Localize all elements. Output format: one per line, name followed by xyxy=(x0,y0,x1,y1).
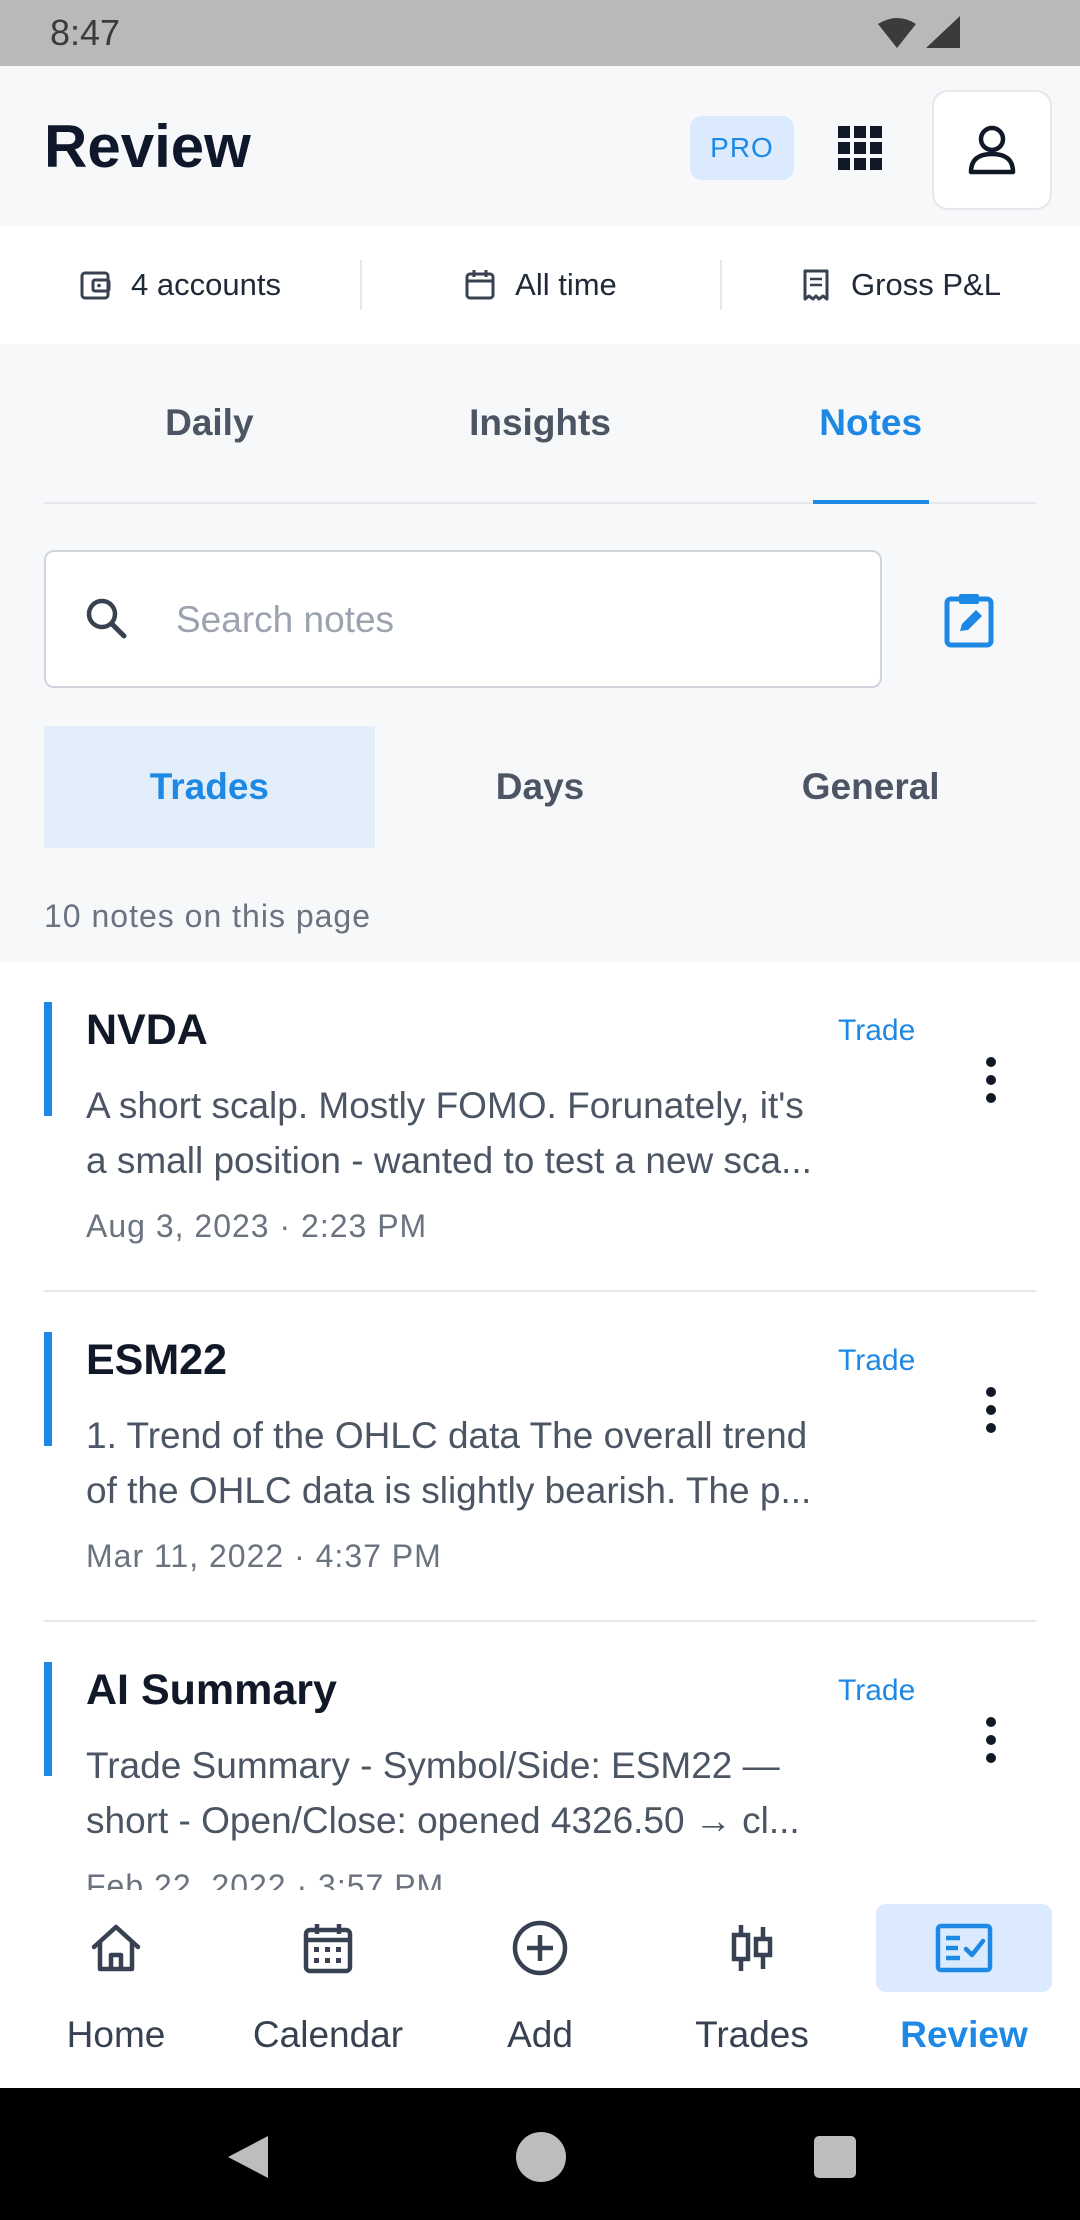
search-input[interactable] xyxy=(176,582,856,658)
search-icon xyxy=(86,598,127,639)
candlestick-icon xyxy=(731,1925,773,1971)
tab-insights[interactable]: Insights xyxy=(375,344,706,502)
system-nav-bar xyxy=(0,2088,1080,2220)
more-vertical-icon xyxy=(986,1057,996,1103)
status-bar: 8:47 xyxy=(0,0,1080,66)
note-type-tag: Trade xyxy=(838,1014,916,1047)
note-title: AI Summary xyxy=(86,1666,337,1714)
note-preview-line: A short scalp. Mostly FOMO. Forunately, … xyxy=(86,1085,804,1126)
calendar-icon xyxy=(303,1924,353,1974)
note-accent-bar xyxy=(44,1662,52,1776)
signal-icons xyxy=(878,16,960,48)
home-icon xyxy=(91,1924,141,1972)
profile-button[interactable] xyxy=(932,90,1052,210)
note-date: Mar 11, 2022 · 4:37 PM xyxy=(86,1538,442,1574)
nav-icon-container xyxy=(664,1904,840,1992)
accounts-filter-label: 4 accounts xyxy=(131,267,281,302)
nav-icon-container xyxy=(876,1904,1052,1992)
note-preview: 1. Trend of the OHLC data The overall tr… xyxy=(86,1408,936,1518)
system-recents-icon[interactable] xyxy=(812,2134,858,2180)
system-back-icon[interactable] xyxy=(222,2132,272,2182)
note-preview-line: Trade Summary - Symbol/Side: ESM22 — xyxy=(86,1745,780,1786)
segment-trades[interactable]: Trades xyxy=(44,726,375,848)
grid-icon xyxy=(838,126,882,170)
nav-icon-container xyxy=(240,1904,416,1992)
note-accent-bar xyxy=(44,1002,52,1116)
nav-calendar[interactable]: Calendar xyxy=(222,1890,434,2088)
filter-bar: 4 accounts All time Gross P&L xyxy=(0,226,1080,344)
edit-note-icon xyxy=(944,594,994,648)
review-tabs: Daily Insights Notes xyxy=(44,344,1036,504)
nav-review-label: Review xyxy=(900,2014,1028,2055)
pnl-filter[interactable]: Gross P&L xyxy=(720,226,1080,344)
note-date: Aug 3, 2023 · 2:23 PM xyxy=(86,1208,428,1244)
date-range-label: All time xyxy=(515,267,617,302)
note-preview-line: a small position - wanted to test a new … xyxy=(86,1140,812,1181)
nav-add[interactable]: Add xyxy=(434,1890,646,2088)
segment-general[interactable]: General xyxy=(705,726,1036,848)
system-home-icon[interactable] xyxy=(514,2130,568,2184)
nav-add-label: Add xyxy=(507,2014,573,2055)
note-preview: A short scalp. Mostly FOMO. Forunately, … xyxy=(86,1078,936,1188)
accounts-filter[interactable]: 4 accounts xyxy=(0,226,360,344)
note-item[interactable]: NVDA Trade A short scalp. Mostly FOMO. F… xyxy=(0,962,1080,1292)
bottom-nav: Home Calendar Add Trades Review xyxy=(0,1890,1080,2088)
apps-grid-button[interactable] xyxy=(830,118,890,178)
note-item[interactable]: ESM22 Trade 1. Trend of the OHLC data Th… xyxy=(0,1292,1080,1622)
note-title: NVDA xyxy=(86,1006,208,1054)
note-menu-button[interactable] xyxy=(966,1700,1016,1780)
review-icon xyxy=(935,1923,993,1973)
add-circle-icon xyxy=(512,1920,568,1976)
note-type-tag: Trade xyxy=(838,1344,916,1377)
note-preview-line: 1. Trend of the OHLC data The overall tr… xyxy=(86,1415,808,1456)
note-preview-line: of the OHLC data is slightly bearish. Th… xyxy=(86,1470,812,1511)
cell-signal-icon xyxy=(926,16,960,48)
tab-daily[interactable]: Daily xyxy=(44,344,375,502)
more-vertical-icon xyxy=(986,1387,996,1433)
pnl-filter-label: Gross P&L xyxy=(851,267,1001,302)
note-menu-button[interactable] xyxy=(966,1040,1016,1120)
receipt-icon xyxy=(803,269,829,301)
note-title: ESM22 xyxy=(86,1336,228,1384)
wallet-icon xyxy=(80,271,111,300)
note-item[interactable]: AI Summary Trade Trade Summary - Symbol/… xyxy=(0,1622,1080,1890)
segment-days[interactable]: Days xyxy=(375,726,706,848)
note-preview: Trade Summary - Symbol/Side: ESM22 — sho… xyxy=(86,1738,936,1848)
nav-home-label: Home xyxy=(66,2014,166,2055)
nav-trades[interactable]: Trades xyxy=(646,1890,858,2088)
nav-icon-container xyxy=(452,1904,628,1992)
note-menu-button[interactable] xyxy=(966,1370,1016,1450)
app-header: Review PRO xyxy=(0,66,1080,226)
notes-list: NVDA Trade A short scalp. Mostly FOMO. F… xyxy=(0,962,1080,1890)
status-time: 8:47 xyxy=(50,12,121,53)
calendar-icon xyxy=(465,270,495,300)
new-note-button[interactable] xyxy=(930,580,1010,660)
date-range-filter[interactable]: All time xyxy=(360,226,720,344)
user-icon xyxy=(968,125,1016,175)
nav-review[interactable]: Review xyxy=(858,1890,1070,2088)
tab-notes[interactable]: Notes xyxy=(705,344,1036,502)
page-title: Review xyxy=(44,113,251,180)
note-type-tag: Trade xyxy=(838,1674,916,1707)
nav-calendar-label: Calendar xyxy=(252,2014,404,2055)
note-date: Feb 22, 2022 · 3:57 PM xyxy=(86,1868,445,1890)
notes-count: 10 notes on this page xyxy=(44,898,372,934)
nav-home[interactable]: Home xyxy=(10,1890,222,2088)
wifi-icon xyxy=(878,18,916,48)
more-vertical-icon xyxy=(986,1717,996,1763)
note-accent-bar xyxy=(44,1332,52,1446)
search-box xyxy=(44,550,882,688)
note-preview-line: short - Open/Close: opened 4326.50 → cl.… xyxy=(86,1800,800,1841)
pro-badge[interactable]: PRO xyxy=(690,116,794,180)
nav-icon-container xyxy=(28,1904,204,1992)
note-type-segment: Trades Days General xyxy=(44,726,1036,848)
nav-trades-label: Trades xyxy=(695,2014,809,2055)
